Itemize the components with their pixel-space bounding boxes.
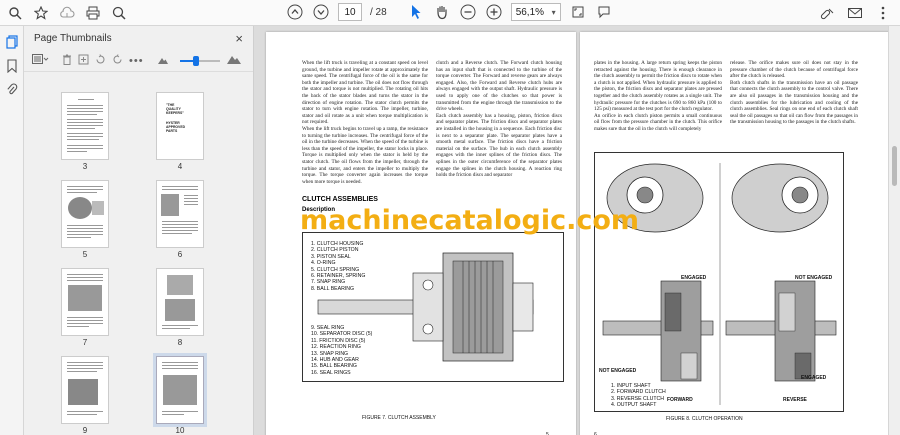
thumbnail-label: 3 (82, 162, 88, 171)
body-text-column: plates in the housing. A large return sp… (594, 60, 722, 132)
navigation-rail (0, 26, 24, 435)
thumbnail-label: 6 (177, 250, 183, 259)
next-page-icon[interactable] (312, 3, 330, 21)
thumbnail-page-7[interactable] (61, 268, 109, 336)
scrollbar-thumb[interactable] (892, 146, 897, 186)
figure-legend: 1. INPUT SHAFT 2. FORWARD CLUTCH 3. REVE… (611, 383, 666, 409)
label-not-engaged: NOT ENGAGED (795, 275, 833, 281)
thumbnail-label: 9 (82, 426, 88, 435)
figure-caption: FIGURE 8. CLUTCH OPERATION (666, 416, 743, 422)
previous-page-icon[interactable] (286, 3, 304, 21)
body-text-column: release. The orifice makes sure oil does… (730, 60, 858, 126)
thumbnail-page-5[interactable] (61, 180, 109, 248)
figure-clutch-operation: ENGAGED NOT ENGAGED NOT ENGAGED ENGAGED … (594, 152, 844, 412)
attachments-icon[interactable] (0, 78, 24, 102)
email-icon[interactable] (846, 4, 864, 22)
fit-page-icon[interactable] (569, 3, 587, 21)
thumbnail-page-6[interactable] (156, 180, 204, 248)
figure-caption: FIGURE 7. CLUTCH ASSEMBLY (362, 415, 436, 421)
comment-icon[interactable] (595, 3, 613, 21)
close-icon[interactable]: × (235, 31, 243, 46)
thumbnail-size-slider[interactable] (179, 55, 220, 66)
zoom-in-icon[interactable] (485, 3, 503, 21)
thumbnail-text: KEEPERS" (166, 111, 184, 115)
zoom-out-icon[interactable] (459, 3, 477, 21)
toolbar-right-group (818, 4, 892, 22)
link-edit-icon[interactable] (818, 4, 836, 22)
select-cursor-icon[interactable] (407, 3, 425, 21)
body-text-column: When the lift truck is traveling at a co… (302, 60, 428, 185)
body-text-column: clutch and a Reverse clutch. The Forward… (436, 60, 562, 179)
vertical-scrollbar[interactable] (888, 26, 900, 435)
toolbar-center-group: / 28 56,1% ▾ (286, 3, 613, 21)
cloud-upload-icon[interactable] (58, 4, 76, 22)
thumbnail-page-8[interactable] (156, 268, 204, 336)
thumbnail-label: 8 (177, 338, 183, 347)
bookmarks-icon[interactable] (0, 54, 24, 78)
thumbnail-label: 7 (82, 338, 88, 347)
thumbnail-page-9[interactable] (61, 356, 109, 424)
label-not-engaged: NOT ENGAGED (599, 368, 637, 374)
thumbnail-options-icon[interactable] (32, 54, 50, 67)
hand-tool-icon[interactable] (433, 3, 451, 21)
label-reverse: REVERSE (783, 397, 807, 403)
label-engaged: ENGAGED (681, 275, 707, 281)
more-options-icon[interactable] (874, 4, 892, 22)
watermark-text: machinecatalogic.com (300, 205, 640, 236)
zoom-level-dropdown[interactable]: 56,1% ▾ (510, 3, 561, 21)
figure-clutch-assembly: 1. CLUTCH HOUSING 2. CLUTCH PISTON 3. PI… (302, 232, 564, 382)
toolbar-left-group (6, 4, 128, 22)
insert-page-icon[interactable] (78, 54, 89, 68)
section-heading: CLUTCH ASSEMBLIES (302, 196, 378, 203)
search-icon[interactable] (6, 4, 24, 22)
thumbnail-page-4[interactable]: "THE QUALITY KEEPERS" HYSTER APPROVED PA… (156, 92, 204, 160)
thumbnail-text: PARTS (166, 129, 178, 133)
more-options-icon[interactable]: ••• (129, 55, 144, 67)
thumbnail-label: 5 (82, 250, 88, 259)
rotate-right-icon[interactable] (112, 53, 123, 68)
zoom-large-mountain-icon (227, 54, 241, 67)
thumbnail-label: 4 (177, 162, 183, 171)
delete-page-icon[interactable] (62, 54, 72, 68)
label-forward: FORWARD (667, 397, 693, 403)
figure-legend: 9. SEAL RING 10. SEPARATOR DISC (5) 11. … (311, 325, 373, 376)
label-engaged: ENGAGED (801, 375, 827, 381)
zoom-search-icon[interactable] (110, 4, 128, 22)
bookmark-star-icon[interactable] (32, 4, 50, 22)
chevron-down-icon: ▾ (551, 7, 556, 17)
zoom-level-value: 56,1% (515, 6, 545, 18)
thumbnails-panel-header: Page Thumbnails × (24, 26, 253, 50)
page-thumbnails-icon[interactable] (0, 30, 24, 54)
slider-knob[interactable] (192, 55, 199, 66)
thumbnail-page-3[interactable] (61, 92, 109, 160)
thumbnail-page-10[interactable] (153, 353, 207, 427)
thumbnails-panel: Page Thumbnails × ••• 3 "THE QUALITY KEE… (24, 26, 254, 435)
panel-title: Page Thumbnails (34, 32, 112, 44)
page-number-input[interactable] (338, 3, 362, 21)
thumbnails-toolbar: ••• (24, 50, 253, 72)
clutch-operation-drawing (602, 163, 837, 405)
print-icon[interactable] (84, 4, 102, 22)
thumbnail-label: 10 (175, 426, 185, 435)
main-toolbar: / 28 56,1% ▾ (0, 0, 900, 26)
rotate-left-icon[interactable] (95, 53, 106, 68)
zoom-small-mountain-icon (157, 55, 168, 67)
page-total-label: / 28 (370, 6, 387, 18)
